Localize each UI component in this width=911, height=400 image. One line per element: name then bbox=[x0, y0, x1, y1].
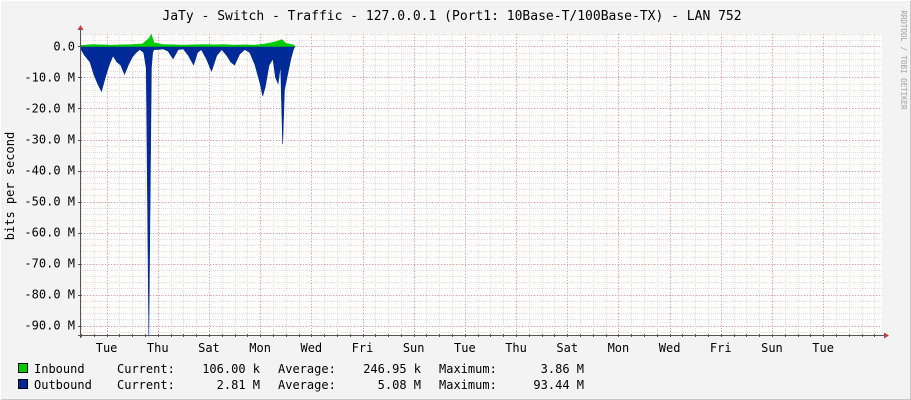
x-tick-label: Sun bbox=[761, 341, 783, 355]
y-tick-label: -40.0 M bbox=[24, 164, 75, 178]
x-tick-label: Thu bbox=[147, 341, 169, 355]
rrdtool-watermark: RRDTOOL / TOBI OETIKER bbox=[899, 10, 908, 110]
x-tick-label: Wed bbox=[659, 341, 681, 355]
legend-average-value: 246.95 k bbox=[363, 362, 422, 376]
plot-area bbox=[81, 34, 882, 335]
x-tick-label: Tue bbox=[96, 341, 118, 355]
chart-title: JaTy - Switch - Traffic - 127.0.0.1 (Por… bbox=[162, 9, 741, 24]
y-tick-label: -60.0 M bbox=[24, 226, 75, 240]
legend-maximum-label: Maximum: bbox=[439, 378, 497, 392]
y-tick-label: 0.0 bbox=[53, 39, 75, 53]
legend-average-label: Average: bbox=[278, 362, 336, 376]
y-tick-label: -90.0 M bbox=[24, 319, 75, 333]
legend-current-value: 2.81 M bbox=[217, 378, 260, 392]
legend-average-value: 5.08 M bbox=[378, 378, 421, 392]
y-tick-label: -20.0 M bbox=[24, 101, 75, 115]
legend-current-value: 106.00 k bbox=[202, 362, 261, 376]
x-tick-label: Thu bbox=[505, 341, 527, 355]
legend-series-name: Inbound bbox=[34, 362, 85, 376]
x-tick-label: Wed bbox=[300, 341, 322, 355]
x-tick-label: Fri bbox=[710, 341, 732, 355]
rrd-graph: JaTy - Switch - Traffic - 127.0.0.1 (Por… bbox=[0, 0, 911, 400]
y-axis-label: bits per second bbox=[3, 132, 17, 240]
traffic-chart: JaTy - Switch - Traffic - 127.0.0.1 (Por… bbox=[0, 0, 911, 400]
x-tick-label: Mon bbox=[249, 341, 271, 355]
y-tick-label: -80.0 M bbox=[24, 288, 75, 302]
y-tick-label: -30.0 M bbox=[24, 133, 75, 147]
legend-current-label: Current: bbox=[117, 378, 175, 392]
legend-series-name: Outbound bbox=[34, 378, 92, 392]
y-tick-label: -70.0 M bbox=[24, 257, 75, 271]
y-tick-label: -50.0 M bbox=[24, 195, 75, 209]
x-tick-label: Mon bbox=[608, 341, 630, 355]
x-tick-label: Tue bbox=[454, 341, 476, 355]
x-tick-label: Sat bbox=[556, 341, 578, 355]
legend-maximum-value: 3.86 M bbox=[541, 362, 584, 376]
legend-maximum-value: 93.44 M bbox=[533, 378, 584, 392]
legend-maximum-label: Maximum: bbox=[439, 362, 497, 376]
legend-swatch-outbound bbox=[18, 379, 28, 389]
x-tick-label: Fri bbox=[352, 341, 374, 355]
legend-current-label: Current: bbox=[117, 362, 175, 376]
x-tick-labels: Tue Thu Sat Mon Wed Fri Sun Tue Thu Sat Mon Wed Fri S… bbox=[96, 341, 834, 355]
x-tick-label: Tue bbox=[812, 341, 834, 355]
y-tick-label: -10.0 M bbox=[24, 70, 75, 84]
x-tick-label: Sun bbox=[403, 341, 425, 355]
x-tick-label: Sat bbox=[198, 341, 220, 355]
legend-average-label: Average: bbox=[278, 378, 336, 392]
legend-swatch-inbound bbox=[18, 363, 28, 373]
